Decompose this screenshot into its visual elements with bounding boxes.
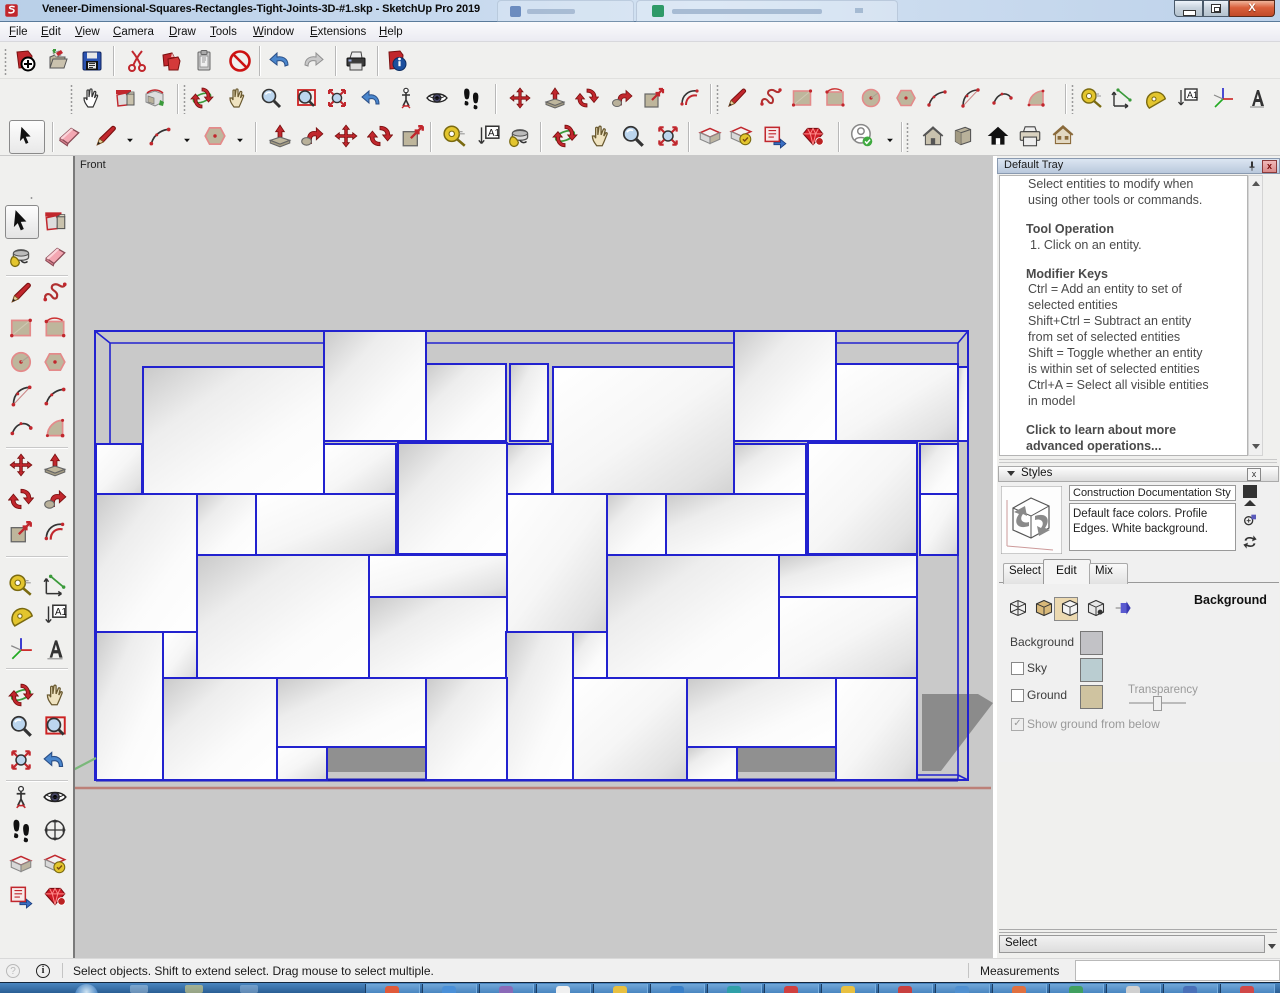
svg-text:A1: A1	[1187, 90, 1198, 100]
svg-text:Front: Front	[80, 159, 106, 171]
svg-text:A1: A1	[488, 128, 500, 139]
svg-text:A1: A1	[55, 607, 67, 618]
